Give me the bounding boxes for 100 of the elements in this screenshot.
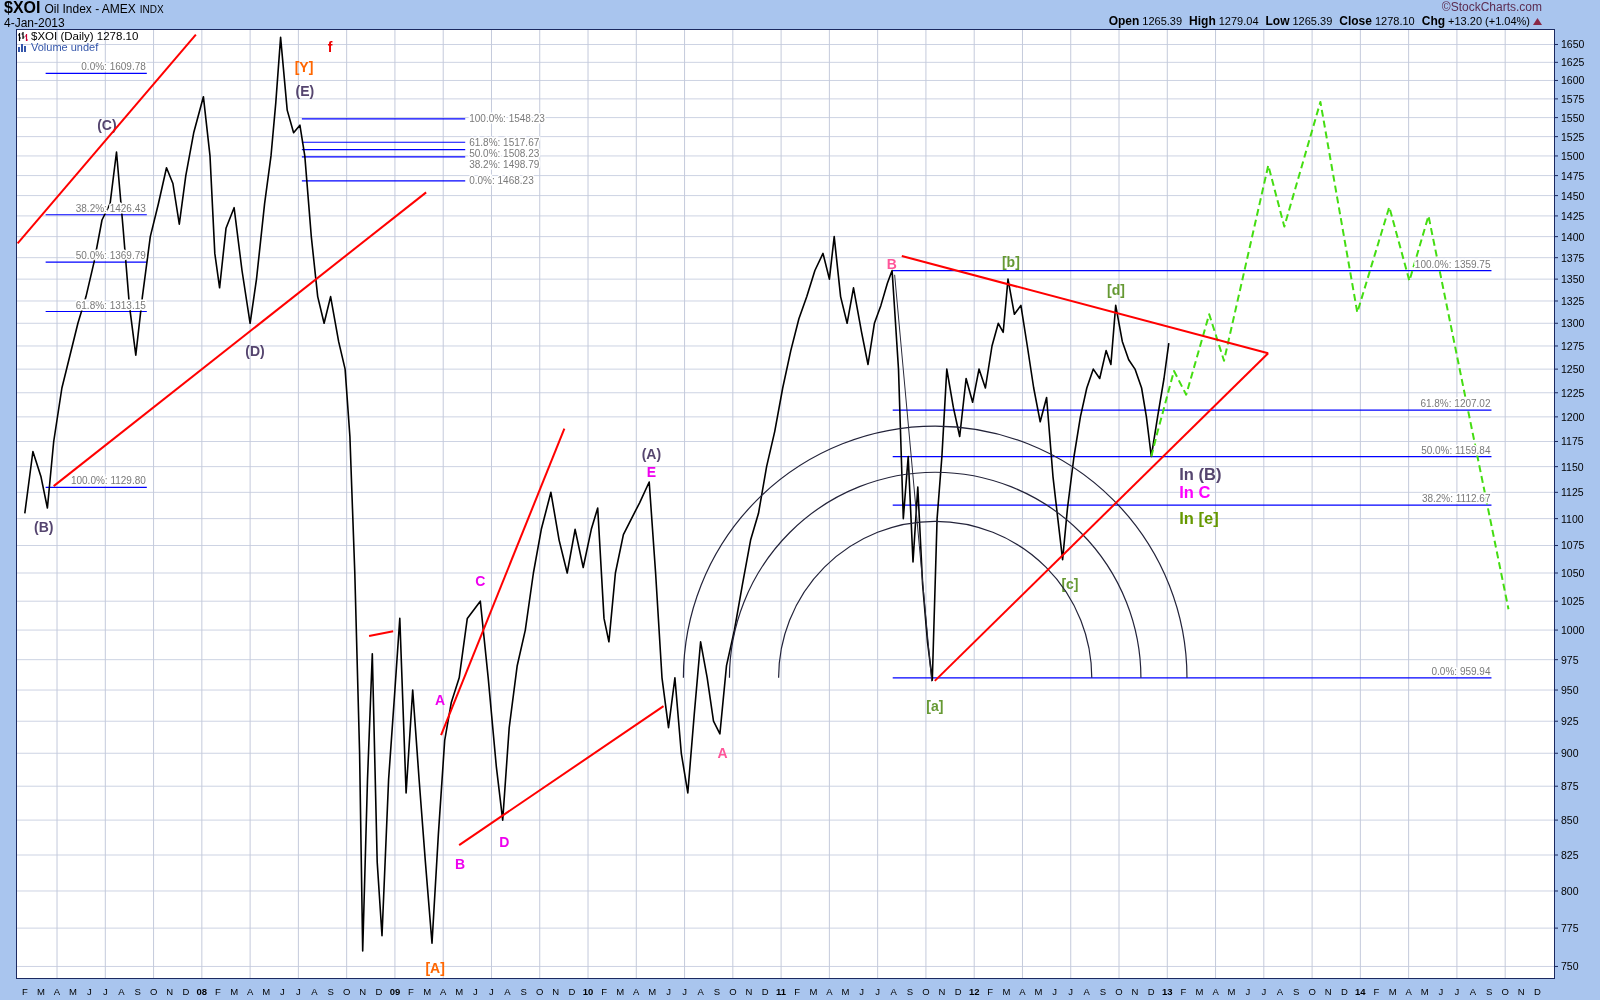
price-axis-label: 875 bbox=[1561, 780, 1579, 793]
month-axis-label: J bbox=[859, 985, 864, 997]
wave-label: B bbox=[886, 255, 897, 272]
price-axis-label: 1075 bbox=[1561, 539, 1585, 552]
month-axis-label: S bbox=[520, 985, 527, 997]
fib-label: 0.0%: 1468.23 bbox=[469, 175, 534, 187]
month-axis-label: J bbox=[1438, 985, 1444, 997]
price-axis-label: 950 bbox=[1561, 684, 1579, 697]
month-axis-label: J bbox=[86, 985, 92, 997]
price-axis-label: 1625 bbox=[1561, 56, 1585, 69]
month-axis-label: M bbox=[841, 985, 850, 997]
month-axis-label: J bbox=[1261, 985, 1267, 997]
month-axis-label: O bbox=[1115, 985, 1123, 997]
price-axis-label: 825 bbox=[1561, 849, 1579, 861]
month-axis-label: F bbox=[214, 985, 221, 997]
index-name: Oil Index - AMEX bbox=[44, 2, 136, 17]
wave-label: A bbox=[435, 691, 446, 708]
month-axis-label: M bbox=[37, 985, 45, 997]
month-axis-label: N bbox=[359, 985, 367, 997]
quote-value: 1265.39 bbox=[1292, 15, 1333, 28]
month-axis-label: N bbox=[1324, 985, 1332, 997]
legend-label: Volume undef bbox=[31, 42, 99, 53]
month-axis-label: A bbox=[697, 985, 704, 997]
wave-label: (A) bbox=[641, 446, 662, 463]
month-axis-label: A bbox=[1276, 985, 1283, 997]
month-axis-label: D bbox=[182, 985, 190, 997]
month-axis-label: N bbox=[166, 985, 174, 997]
month-axis-label: M bbox=[1195, 985, 1204, 997]
month-axis-label: O bbox=[342, 985, 351, 997]
month-axis-label: M bbox=[455, 985, 464, 997]
month-axis-label: O bbox=[729, 985, 737, 997]
price-axis-label: 1275 bbox=[1561, 340, 1585, 352]
exchange-label: INDX bbox=[139, 3, 164, 17]
price-axis-label: 1325 bbox=[1561, 295, 1585, 307]
fib-label: 61.8%: 1517.67 bbox=[469, 136, 540, 148]
month-axis-label: S bbox=[1099, 985, 1107, 997]
quote-value: 1265.39 bbox=[1142, 15, 1183, 28]
month-axis-label: J bbox=[875, 985, 881, 997]
wave-label: B bbox=[455, 855, 466, 872]
price-axis-label: 1550 bbox=[1561, 111, 1585, 124]
price-axis-label: 1025 bbox=[1561, 595, 1585, 608]
month-axis-label: J bbox=[473, 985, 478, 997]
year-axis-label: 08 bbox=[196, 985, 208, 997]
month-axis-label: A bbox=[1469, 985, 1477, 997]
month-axis-label: N bbox=[938, 985, 946, 997]
price-axis-label: 925 bbox=[1561, 715, 1579, 728]
price-axis-label: 975 bbox=[1561, 653, 1579, 666]
year-axis-label: 12 bbox=[968, 985, 980, 997]
price-axis-label: 1200 bbox=[1561, 410, 1585, 423]
year-axis-label: 09 bbox=[389, 985, 401, 997]
fib-label: 50.0%: 1159.84 bbox=[1421, 444, 1491, 456]
year-axis-label: 10 bbox=[582, 985, 594, 997]
wave-label: f bbox=[327, 39, 333, 56]
price-axis-label: 1175 bbox=[1561, 435, 1584, 448]
quote-value: 1279.04 bbox=[1218, 15, 1259, 28]
month-axis-label: A bbox=[53, 985, 61, 997]
month-axis-label: A bbox=[246, 985, 254, 997]
symbol-title: $XOI bbox=[4, 0, 41, 15]
month-axis-label: O bbox=[922, 985, 930, 997]
month-axis-label: F bbox=[987, 985, 994, 997]
price-axis-label: 1050 bbox=[1561, 567, 1585, 579]
price-axis-label: 1575 bbox=[1561, 92, 1585, 105]
month-axis-label: A bbox=[890, 985, 897, 997]
price-axis-label: 1000 bbox=[1561, 624, 1585, 637]
month-axis-label: F bbox=[1180, 985, 1187, 997]
month-axis-label: J bbox=[666, 985, 671, 997]
fib-label: 50.0%: 1508.23 bbox=[469, 147, 540, 159]
year-axis-label: 14 bbox=[1355, 985, 1366, 997]
month-axis-label: S bbox=[906, 985, 914, 997]
month-axis-label: A bbox=[504, 985, 511, 997]
quote-label: Chg bbox=[1421, 15, 1446, 28]
month-axis-label: D bbox=[761, 985, 769, 997]
quote-label: Open bbox=[1108, 15, 1140, 28]
month-axis-label: J bbox=[682, 985, 687, 997]
month-axis-label: M bbox=[1002, 985, 1011, 997]
month-axis-label: A bbox=[1083, 985, 1090, 997]
month-axis-label: A bbox=[826, 985, 833, 997]
month-axis-label: A bbox=[440, 985, 447, 997]
month-axis-label: J bbox=[1245, 985, 1251, 997]
month-axis-label: O bbox=[149, 985, 158, 997]
month-axis-label: S bbox=[134, 985, 141, 997]
month-axis-label: M bbox=[1034, 985, 1043, 997]
month-axis-label: A bbox=[1405, 985, 1412, 997]
fib-label: 100.0%: 1129.80 bbox=[70, 475, 146, 487]
wave-label: E bbox=[646, 463, 656, 480]
month-axis-label: N bbox=[552, 985, 560, 997]
month-axis-label: D bbox=[1340, 985, 1348, 997]
wave-label: [A] bbox=[425, 960, 445, 976]
month-axis-label: F bbox=[21, 985, 28, 997]
quote-value: 1278.10 bbox=[1374, 15, 1415, 28]
fib-label: 38.2%: 1498.79 bbox=[469, 158, 540, 170]
annotation-label: In C bbox=[1179, 483, 1211, 502]
wave-label: A bbox=[717, 745, 728, 762]
month-axis-label: N bbox=[1131, 985, 1139, 997]
price-axis-label: 1150 bbox=[1561, 460, 1584, 473]
month-axis-label: M bbox=[69, 985, 77, 997]
month-axis-label: M bbox=[262, 985, 271, 997]
month-axis-label: J bbox=[1068, 985, 1074, 997]
month-axis-label: M bbox=[423, 985, 432, 997]
month-axis-label: N bbox=[745, 985, 753, 997]
